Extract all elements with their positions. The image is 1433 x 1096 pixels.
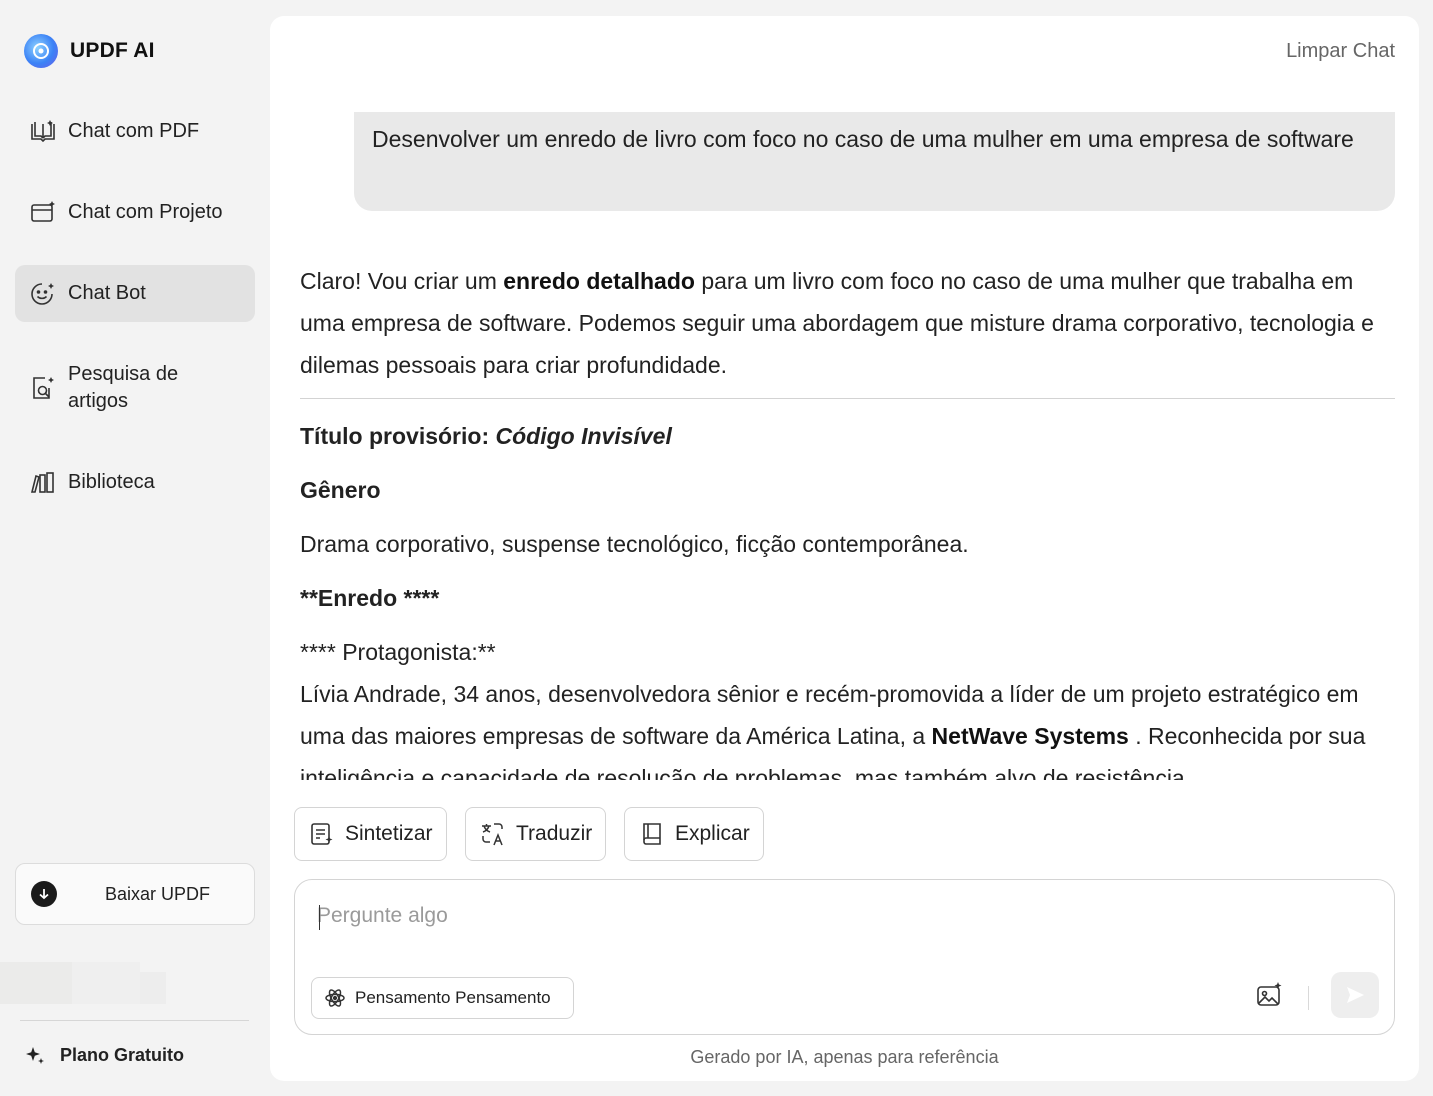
download-icon	[31, 881, 57, 907]
prompt-input[interactable]	[317, 904, 1217, 928]
sidebar: UPDF AI Chat com PDF Chat com Projeto Ch…	[0, 0, 270, 1096]
summarize-button[interactable]: Sintetizar	[294, 807, 447, 861]
sidebar-item-biblioteca[interactable]: Biblioteca	[15, 455, 255, 509]
sparkle-icon	[26, 1047, 44, 1064]
ai-disclaimer: Gerado por IA, apenas para referência	[690, 1047, 999, 1067]
composer: Pensamento Pensamento	[294, 879, 1395, 1035]
response-plot-heading: **Enredo ****	[300, 585, 440, 611]
blurred-area	[72, 962, 140, 1004]
sidebar-item-chat-bot[interactable]: Chat Bot	[15, 265, 255, 322]
download-updf-button[interactable]: Baixar UPDF	[15, 863, 255, 925]
user-message: Desenvolver um enredo de livro com foco …	[354, 112, 1395, 211]
sidebar-divider	[20, 1020, 249, 1021]
plan-label: Plano Gratuito	[60, 1044, 185, 1065]
download-label: Baixar UPDF	[105, 883, 211, 904]
composer-divider	[1308, 986, 1309, 1010]
response-intro: Claro! Vou criar um enredo detalhado par…	[300, 268, 1374, 378]
thinking-label: Pensamento Pensamento	[355, 988, 551, 1007]
summarize-icon	[311, 823, 333, 845]
response-genre-heading: Gênero	[300, 477, 381, 503]
response-genre-text: Drama corporativo, suspense tecnológico,…	[300, 531, 969, 557]
atom-icon	[325, 989, 345, 1007]
folder-sparkle-icon	[31, 201, 55, 222]
sidebar-item-label: Chat com PDF	[68, 119, 200, 142]
sidebar-item-chat-projeto[interactable]: Chat com Projeto	[15, 185, 255, 239]
sidebar-item-label: Pesquisa de artigos	[68, 363, 179, 412]
book-icon	[643, 823, 661, 845]
clear-chat-button[interactable]: Limpar Chat	[1286, 40, 1395, 63]
translate-button[interactable]: Traduzir	[465, 807, 606, 861]
explain-label: Explicar	[675, 822, 750, 845]
plan-status[interactable]: Plano Gratuito	[24, 1044, 184, 1066]
updf-logo-icon	[24, 34, 58, 68]
blurred-area	[0, 962, 72, 1004]
send-icon	[1347, 987, 1364, 1003]
sidebar-item-label: Chat Bot	[68, 282, 146, 304]
sidebar-item-label: Chat com Projeto	[68, 200, 223, 223]
image-sparkle-icon[interactable]	[1255, 981, 1283, 1009]
brand-name: UPDF AI	[70, 39, 155, 62]
summarize-label: Sintetizar	[345, 822, 433, 845]
book-open-icon	[31, 120, 55, 143]
thinking-toggle[interactable]: Pensamento Pensamento	[311, 977, 574, 1019]
response-protagonist-label: **** Protagonista:**	[300, 639, 496, 665]
translate-label: Traduzir	[516, 822, 593, 845]
response-divider	[300, 398, 1395, 399]
text-caret	[319, 905, 320, 930]
assistant-response: Claro! Vou criar um enredo detalhado par…	[300, 260, 1395, 780]
sidebar-item-pesquisa[interactable]: Pesquisa de artigos	[15, 355, 255, 421]
chat-panel: Limpar Chat Desenvolver um enredo de liv…	[270, 16, 1419, 1081]
send-button[interactable]	[1331, 972, 1379, 1018]
explain-button[interactable]: Explicar	[624, 807, 764, 861]
translate-icon	[482, 823, 503, 846]
doc-search-icon	[33, 377, 54, 399]
brand[interactable]: UPDF AI	[24, 33, 155, 69]
bot-face-icon	[31, 282, 54, 305]
response-protagonist-text: Lívia Andrade, 34 anos, desenvolvedora s…	[300, 681, 1366, 780]
response-title: Título provisório: Código Invisível	[300, 423, 672, 449]
sidebar-item-chat-pdf[interactable]: Chat com PDF	[15, 104, 255, 158]
sidebar-item-label: Biblioteca	[68, 470, 155, 493]
blurred-area	[140, 972, 166, 1004]
library-icon	[30, 472, 54, 493]
